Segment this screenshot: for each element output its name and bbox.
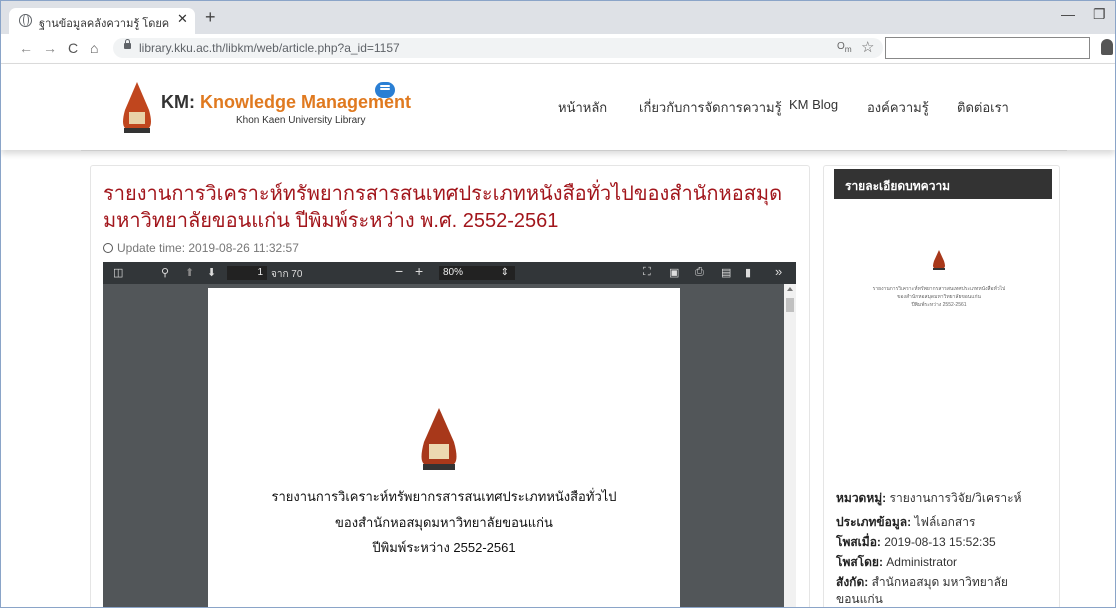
key-icon[interactable]: Om bbox=[837, 41, 852, 54]
meta-affiliation-line-2: ขอนแก่น bbox=[836, 592, 883, 606]
site-brand[interactable]: KM: Knowledge Management bbox=[161, 92, 411, 113]
lock-icon bbox=[124, 39, 131, 49]
meta-posted-label: โพสเมื่อ: bbox=[836, 535, 881, 549]
bookmark-star-icon[interactable]: ☆ bbox=[861, 38, 874, 56]
zoom-select[interactable]: 80% ⇕ bbox=[439, 266, 515, 280]
brand-subtitle: Khon Kaen University Library bbox=[236, 115, 366, 126]
sidebar-toggle-icon[interactable]: ◫ bbox=[113, 266, 123, 279]
meta-posted-value: 2019-08-13 15:52:35 bbox=[884, 535, 996, 549]
back-icon[interactable]: ← bbox=[19, 40, 33, 56]
globe-icon bbox=[19, 14, 32, 27]
minimize-button[interactable]: — bbox=[1061, 6, 1075, 22]
more-tools-icon[interactable]: » bbox=[775, 264, 782, 279]
sidebar-heading-text: รายละเอียดบทความ bbox=[845, 179, 951, 193]
tab-title: ฐานข้อมูลคลังความรู้ โดยคณะกรรมการ bbox=[39, 18, 169, 30]
sidebar-heading: รายละเอียดบทความ bbox=[834, 169, 1052, 199]
home-icon[interactable]: ⌂ bbox=[90, 40, 98, 56]
meta-affiliation-value: สำนักหอสมุด มหาวิทยาลัย bbox=[871, 575, 1008, 589]
scroll-up-icon[interactable] bbox=[787, 287, 793, 291]
menu-knowledge[interactable]: องค์ความรู้ bbox=[867, 97, 929, 118]
restore-button[interactable]: ❐ bbox=[1093, 6, 1106, 23]
thumbnail-emblem-icon bbox=[933, 250, 945, 270]
scroll-thumb[interactable] bbox=[786, 298, 794, 312]
meta-category-label: หมวดหมู่: bbox=[836, 491, 887, 505]
kku-logo-icon bbox=[123, 82, 151, 133]
url-text: library.kku.ac.th/libkm/web/article.php?… bbox=[139, 41, 400, 55]
meta-category: หมวดหมู่: รายงานการวิจัย/วิเคราะห์ bbox=[836, 489, 1022, 508]
zoom-in-icon[interactable]: + bbox=[415, 263, 423, 279]
meta-type-value: ไฟล์เอกสาร bbox=[914, 515, 976, 529]
document-title-line-1: รายงานการวิเคราะห์ทรัพยากรสารสนเทศประเภท… bbox=[271, 489, 617, 504]
meta-type: ประเภทข้อมูล: ไฟล์เอกสาร bbox=[836, 513, 975, 532]
previous-page-icon[interactable]: ⬆ bbox=[185, 266, 194, 279]
close-tab-icon[interactable]: ✕ bbox=[177, 11, 188, 27]
browser-tab[interactable]: ฐานข้อมูลคลังความรู้ โดยคณะกรรมการ ✕ bbox=[9, 8, 195, 34]
pdf-viewer[interactable]: ◫ ⚲ ⬆ ⬇ 1 จาก 70 − + 80% ⇕ ⛶ ▣ ⎙ ▤ ▮ » รา… bbox=[103, 262, 796, 607]
thumbnail-text-line-1: รายงานการวิเคราะห์ทรัพยากรสารสนเทศประเภท… bbox=[872, 286, 1006, 292]
page-number-input[interactable]: 1 bbox=[227, 266, 267, 280]
toolbar-search-input[interactable] bbox=[885, 37, 1090, 59]
meta-category-value: รายงานการวิจัย/วิเคราะห์ bbox=[889, 491, 1022, 505]
article-title: รายงานการวิเคราะห์ทรัพยากรสารสนเทศประเภท… bbox=[103, 183, 783, 232]
browser-window: ฐานข้อมูลคลังความรู้ โดยคณะกรรมการ ✕ + —… bbox=[0, 0, 1116, 608]
update-time: Update time: 2019-08-26 11:32:57 bbox=[103, 241, 299, 255]
find-icon[interactable]: ⚲ bbox=[161, 266, 169, 279]
document-title-line-2: ของสำนักหอสมุดมหาวิทยาลัยขอนแก่น bbox=[335, 515, 553, 530]
pdf-toolbar: ◫ ⚲ ⬆ ⬇ 1 จาก 70 − + 80% ⇕ ⛶ ▣ ⎙ ▤ ▮ » bbox=[103, 262, 796, 284]
brand-km: KM: bbox=[161, 92, 195, 112]
print-icon[interactable]: ⎙ bbox=[695, 266, 704, 279]
update-time-text: Update time: 2019-08-26 11:32:57 bbox=[117, 241, 299, 255]
zoom-dropdown-icon: ⇕ bbox=[500, 267, 509, 278]
menu-home[interactable]: หน้าหลัก bbox=[558, 97, 607, 118]
pdf-scrollbar[interactable] bbox=[784, 284, 796, 607]
meta-by-label: โพสโดย: bbox=[836, 555, 883, 569]
bookmark-icon[interactable]: ▮ bbox=[745, 266, 751, 279]
meta-posted: โพสเมื่อ: 2019-08-13 15:52:35 bbox=[836, 533, 996, 552]
new-tab-button[interactable]: + bbox=[205, 7, 216, 28]
pdf-page: รายงานการวิเคราะห์ทรัพยากรสารสนเทศประเภท… bbox=[208, 288, 680, 607]
address-bar[interactable]: library.kku.ac.th/libkm/web/article.php?… bbox=[113, 38, 883, 58]
meta-affiliation-label: สังกัด: bbox=[836, 575, 869, 589]
site-header: KM: Knowledge Management Khon Kaen Unive… bbox=[1, 64, 1115, 150]
reload-icon[interactable]: C bbox=[68, 40, 78, 56]
menu-about-km[interactable]: เกี่ยวกับการจัดการความรู้ bbox=[639, 97, 782, 118]
download-icon[interactable]: ▤ bbox=[721, 266, 731, 279]
presentation-icon[interactable]: ⛶ bbox=[643, 266, 651, 279]
profile-icon[interactable] bbox=[1101, 39, 1113, 55]
document-title-line-3: ปีพิมพ์ระหว่าง 2552-2561 bbox=[372, 540, 516, 555]
menu-contact[interactable]: ติดต่อเรา bbox=[957, 97, 1009, 118]
open-file-icon[interactable]: ▣ bbox=[669, 266, 679, 279]
page-total: จาก 70 bbox=[271, 269, 303, 280]
forward-icon[interactable]: → bbox=[43, 40, 57, 56]
meta-by-value: Administrator bbox=[886, 555, 957, 569]
zoom-value: 80% bbox=[443, 267, 464, 278]
meta-type-label: ประเภทข้อมูล: bbox=[836, 515, 912, 529]
document-emblem-icon bbox=[421, 408, 457, 470]
next-page-icon[interactable]: ⬇ bbox=[207, 266, 216, 279]
chat-bubble-icon bbox=[375, 82, 395, 98]
zoom-out-icon[interactable]: − bbox=[395, 263, 403, 279]
thumbnail-text-line-3: ปีพิมพ์ระหว่าง 2552-2561 bbox=[911, 302, 967, 308]
meta-posted-by: โพสโดย: Administrator bbox=[836, 553, 957, 572]
thumbnail-text-line-2: ของสำนักหอสมุดมหาวิทยาลัยขอนแก่น bbox=[897, 294, 981, 300]
clock-icon bbox=[103, 243, 113, 253]
tab-strip: ฐานข้อมูลคลังความรู้ โดยคณะกรรมการ ✕ + —… bbox=[1, 1, 1115, 34]
menu-km-blog[interactable]: KM Blog bbox=[789, 97, 838, 112]
divider bbox=[81, 150, 1067, 151]
